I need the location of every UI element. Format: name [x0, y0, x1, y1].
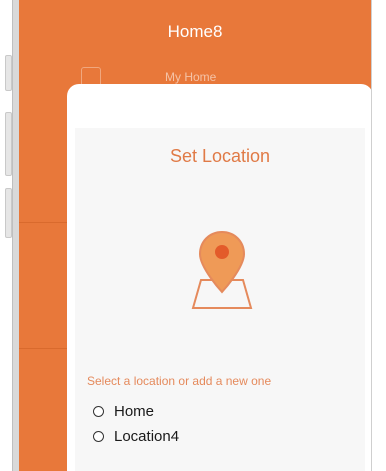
location-prompt: Select a location or add a new one	[87, 374, 272, 388]
dialog-content: Set Location Select a location or add a …	[75, 128, 365, 471]
home-name-label: My Home	[165, 70, 217, 84]
app-screen: Home8 My Home Set Location Select a loca…	[19, 0, 371, 471]
device-side-button	[5, 55, 12, 91]
location-option-location4[interactable]: Location4	[93, 426, 179, 446]
radio-button[interactable]	[93, 430, 104, 442]
app-title: Home8	[167, 22, 223, 41]
device-volume-button	[5, 112, 12, 176]
dialog-title: Set Location	[169, 146, 271, 166]
location-option-label: Location4	[114, 427, 180, 445]
location-option-label: Home	[114, 402, 155, 420]
location-pin-on-map-icon	[187, 228, 257, 312]
device-bezel-right	[371, 0, 386, 471]
device-volume-button	[5, 188, 12, 238]
radio-button[interactable]	[93, 405, 104, 417]
location-option-home[interactable]: Home	[93, 401, 154, 421]
set-location-dialog: Set Location Select a location or add a …	[67, 84, 371, 471]
